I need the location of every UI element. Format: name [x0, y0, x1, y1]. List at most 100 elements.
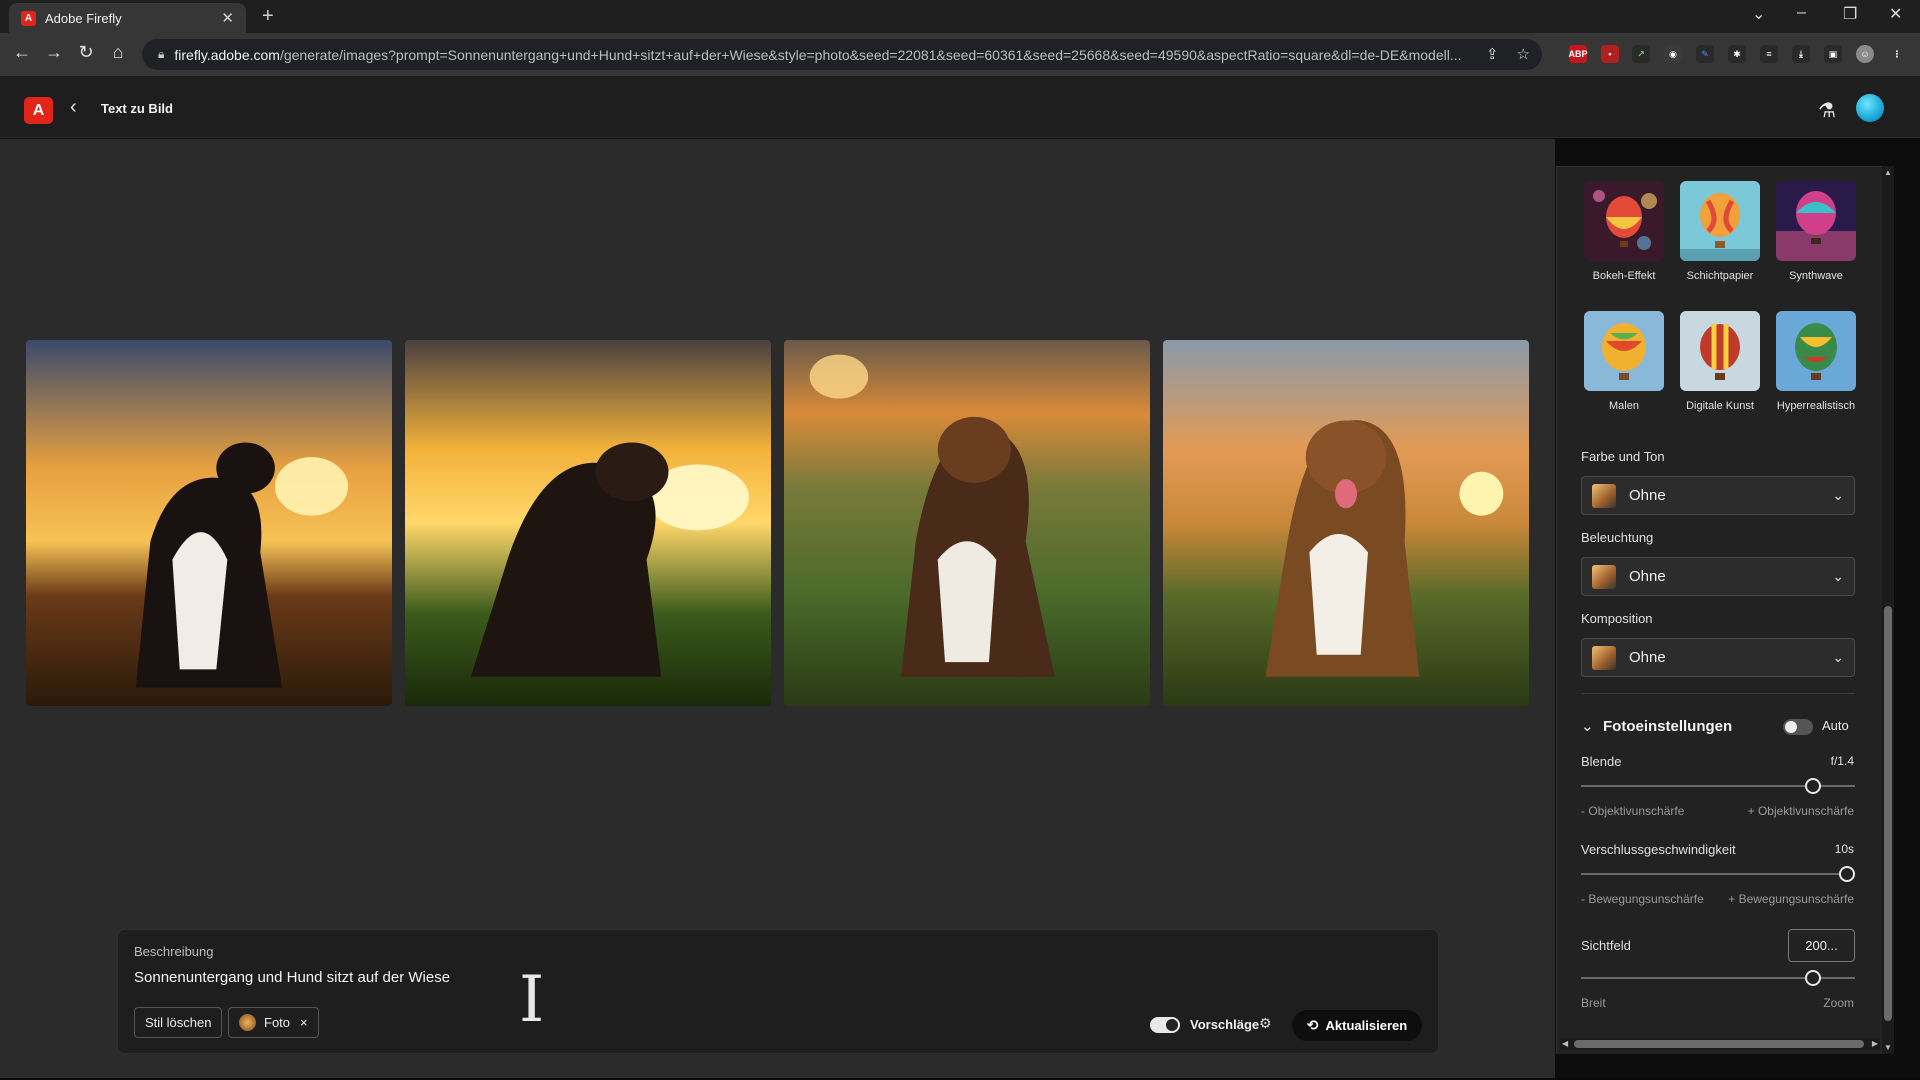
media-list-icon[interactable]: ≡ [1760, 45, 1778, 63]
painting-balloon-icon [1584, 311, 1664, 391]
farbe-value: Ohne [1629, 487, 1666, 504]
generated-image-3[interactable] [784, 340, 1150, 706]
fotoeinstellungen-heading[interactable]: Fotoeinstellungen [1603, 718, 1732, 735]
foto-thumb-icon [239, 1014, 256, 1031]
toggle-knob [1785, 721, 1797, 733]
back-chevron-icon[interactable]: ‹ [70, 96, 77, 119]
generated-image-4[interactable] [1163, 340, 1529, 706]
generated-image-2[interactable] [405, 340, 771, 706]
browser-tabbar: A Adobe Firefly ✕ + ⌄ – ❐ ✕ [0, 0, 1920, 33]
browser-menu-icon[interactable]: ⋮ [1888, 45, 1906, 63]
address-bar[interactable]: 🔒︎ firefly.adobe.com /generate/images?pr… [142, 39, 1542, 70]
refresh-label: Aktualisieren [1325, 1018, 1408, 1033]
komposition-label: Komposition [1581, 611, 1653, 626]
remove-chip-icon[interactable]: × [300, 1015, 308, 1030]
home-icon[interactable]: ⌂ [107, 42, 129, 63]
user-avatar[interactable] [1856, 94, 1884, 122]
generated-image-1[interactable] [26, 340, 392, 706]
app-header: A ‹ Text zu Bild ⚗ [0, 76, 1920, 138]
farbe-thumb-icon [1592, 483, 1616, 508]
suggestions-settings-icon[interactable]: ⚙ [1259, 1015, 1272, 1032]
paper-balloon-icon [1680, 181, 1760, 261]
style-card-schichtpapier[interactable]: Schichtpapier [1679, 181, 1761, 282]
sichtfeld-max-label: Zoom [1823, 996, 1854, 1010]
blende-value: f/1.4 [1830, 754, 1854, 768]
window-close-icon[interactable]: ✕ [1889, 4, 1902, 24]
extensions-puzzle-icon[interactable]: ✱ [1728, 45, 1746, 63]
sichtfeld-label: Sichtfeld [1581, 938, 1631, 953]
bookmark-star-icon[interactable]: ☆ [1517, 45, 1530, 63]
clear-style-button[interactable]: Stil löschen [134, 1007, 223, 1038]
scrollbar-thumb[interactable] [1574, 1040, 1864, 1048]
share-icon[interactable]: ⇪ [1486, 45, 1499, 63]
flask-icon[interactable]: ⚗ [1818, 98, 1836, 123]
new-tab-icon[interactable]: + [262, 5, 274, 28]
scroll-down-icon[interactable]: ▼ [1884, 1043, 1892, 1052]
beleuchtung-dropdown[interactable]: Ohne ⌄ [1581, 557, 1855, 596]
slider-thumb[interactable] [1839, 866, 1855, 882]
reload-icon[interactable]: ↻ [75, 42, 97, 63]
sichtfeld-slider[interactable] [1581, 970, 1855, 986]
collapse-chevron-icon[interactable]: ⌄ [1581, 717, 1594, 735]
auto-toggle[interactable] [1783, 719, 1813, 735]
style-card-malen[interactable]: Malen [1583, 311, 1665, 412]
refresh-button[interactable]: ⟲ Aktualisieren [1292, 1010, 1422, 1041]
close-tab-icon[interactable]: ✕ [221, 9, 234, 27]
style-chip-foto[interactable]: Foto × [228, 1007, 319, 1038]
komposition-dropdown[interactable]: Ohne ⌄ [1581, 638, 1855, 677]
style-card-digitale-kunst[interactable]: Digitale Kunst [1679, 311, 1761, 412]
style-label-hyperrealistisch: Hyperrealistisch [1776, 400, 1856, 412]
url-host: firefly.adobe.com [174, 46, 280, 63]
lock-icon: 🔒︎ [158, 47, 165, 61]
forward-icon[interactable]: → [43, 42, 65, 63]
prompt-label: Beschreibung [134, 944, 214, 959]
scroll-up-icon[interactable]: ▲ [1884, 168, 1892, 177]
verschluss-slider[interactable] [1581, 866, 1855, 882]
style-label-schichtpapier: Schichtpapier [1686, 270, 1754, 282]
panel-horizontal-scrollbar[interactable]: ◀ ▶ [1560, 1038, 1880, 1050]
verschluss-value: 10s [1834, 842, 1854, 856]
scroll-left-icon[interactable]: ◀ [1562, 1039, 1568, 1048]
back-icon[interactable]: ← [11, 42, 33, 63]
slider-thumb[interactable] [1805, 970, 1822, 986]
scroll-right-icon[interactable]: ▶ [1872, 1039, 1878, 1048]
adobe-favicon-icon: A [21, 10, 36, 26]
chevron-down-icon: ⌄ [1832, 649, 1844, 665]
style-label-malen: Malen [1609, 400, 1639, 412]
style-card-synthwave[interactable]: Synthwave [1775, 181, 1857, 282]
prompt-input[interactable]: Sonnenuntergang und Hund sitzt auf der W… [134, 969, 450, 986]
scrollbar-thumb[interactable] [1884, 606, 1892, 1021]
blende-slider[interactable] [1581, 778, 1855, 794]
settings-panel: Bokeh-Effekt Schichtpapier Synthwave Mal… [1556, 166, 1894, 1054]
beleuchtung-label: Beleuchtung [1581, 530, 1654, 545]
style-card-hyperrealistisch[interactable]: Hyperrealistisch [1775, 311, 1857, 412]
minimize-icon[interactable]: – [1797, 4, 1806, 22]
panel-vertical-scrollbar[interactable]: ▲ ▼ [1882, 166, 1894, 1054]
adobe-logo-icon[interactable]: A [24, 97, 53, 124]
slider-thumb[interactable] [1805, 778, 1822, 794]
section-divider [1581, 693, 1855, 694]
suggestions-toggle[interactable] [1150, 1017, 1180, 1033]
style-chip-label: Foto [264, 1015, 291, 1030]
download-icon[interactable]: ⤓ [1792, 45, 1810, 63]
beleuchtung-value: Ohne [1629, 568, 1666, 585]
auto-label: Auto [1822, 718, 1849, 733]
extension-red-icon[interactable]: • [1601, 45, 1619, 63]
extension-green-icon[interactable]: ↗ [1632, 45, 1650, 63]
url-path: /generate/images?prompt=Sonnenuntergang+… [279, 46, 1462, 63]
verschluss-label: Verschlussgeschwindigkeit [1581, 842, 1736, 857]
style-label-synthwave: Synthwave [1789, 270, 1843, 282]
sichtfeld-min-label: Breit [1581, 996, 1606, 1010]
camera-extension-icon[interactable]: ◉ [1664, 45, 1682, 63]
profile-icon[interactable]: ☺ [1856, 45, 1874, 63]
sichtfeld-input[interactable]: 200... [1788, 929, 1855, 962]
style-card-bokeh[interactable]: Bokeh-Effekt [1583, 181, 1665, 282]
pen-extension-icon[interactable]: ✎ [1696, 45, 1714, 63]
chevron-down-icon: ⌄ [1832, 568, 1844, 584]
tab-search-icon[interactable]: ⌄ [1752, 4, 1765, 24]
farbe-dropdown[interactable]: Ohne ⌄ [1581, 476, 1855, 515]
restore-icon[interactable]: ❐ [1843, 4, 1857, 24]
sidepanel-icon[interactable]: ▣ [1824, 45, 1842, 63]
adblock-extension-icon[interactable]: ABP [1569, 45, 1588, 63]
browser-tab[interactable]: A Adobe Firefly ✕ [9, 3, 246, 33]
